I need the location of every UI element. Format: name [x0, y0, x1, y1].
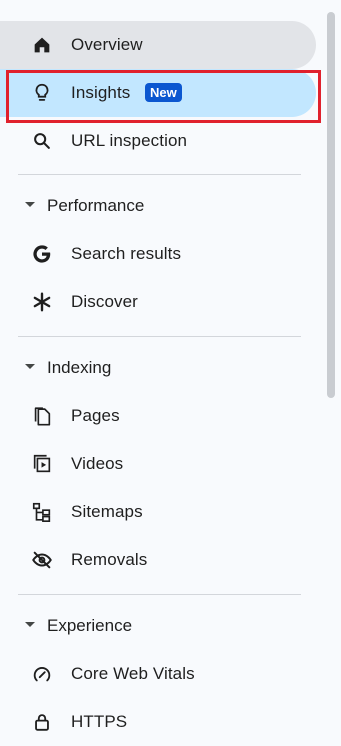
selection-highlight	[6, 70, 321, 123]
sidebar-item-sitemaps[interactable]: Sitemaps	[0, 488, 316, 536]
caret-down-icon	[25, 364, 35, 369]
sidebar-item-videos[interactable]: Videos	[0, 440, 316, 488]
sidebar-item-pages[interactable]: Pages	[0, 392, 316, 440]
asterisk-icon	[30, 290, 54, 314]
lock-icon	[30, 710, 54, 734]
sidebar-item-label: Core Web Vitals	[71, 664, 195, 683]
section-label: Experience	[47, 616, 133, 635]
sidebar-item-label: Discover	[71, 292, 138, 311]
sidebar-item-discover[interactable]: Discover	[0, 278, 316, 326]
scrollbar-thumb[interactable]	[327, 12, 335, 398]
google-g-icon	[30, 242, 54, 266]
section-label: Performance	[47, 196, 145, 215]
sitemap-icon	[30, 500, 54, 524]
sidebar-item-label: Removals	[71, 550, 148, 569]
pages-icon	[30, 404, 54, 428]
sidebar-item-https[interactable]: HTTPS	[0, 698, 316, 746]
section-indexing[interactable]: Indexing	[0, 344, 316, 392]
sidebar-item-search-results[interactable]: Search results	[0, 230, 316, 278]
video-page-icon	[30, 452, 54, 476]
sidebar-item-removals[interactable]: Removals	[0, 536, 316, 584]
search-icon	[30, 129, 54, 153]
caret-down-icon	[25, 622, 35, 627]
sidebar-item-url-inspection[interactable]: URL inspection	[0, 117, 316, 165]
divider	[18, 174, 301, 175]
sidebar-item-core-web-vitals[interactable]: Core Web Vitals	[0, 650, 316, 698]
sidebar-nav: Overview Insights New URL inspection Per…	[0, 0, 341, 731]
sidebar-item-overview[interactable]: Overview	[0, 21, 316, 69]
divider	[18, 594, 301, 595]
sidebar-item-label: Videos	[71, 454, 124, 473]
sidebar-item-label: URL inspection	[71, 131, 188, 150]
section-experience[interactable]: Experience	[0, 602, 316, 650]
section-label: Indexing	[47, 358, 112, 377]
sidebar-item-label: Overview	[71, 35, 143, 54]
gauge-icon	[30, 662, 54, 686]
eye-off-icon	[30, 548, 54, 572]
home-icon	[30, 33, 54, 57]
sidebar-item-label: Sitemaps	[71, 502, 143, 521]
sidebar-item-label: Pages	[71, 406, 120, 425]
sidebar-item-label: Search results	[71, 244, 182, 263]
section-performance[interactable]: Performance	[0, 182, 316, 230]
divider	[18, 336, 301, 337]
sidebar-item-label: HTTPS	[71, 712, 128, 731]
caret-down-icon	[25, 202, 35, 207]
